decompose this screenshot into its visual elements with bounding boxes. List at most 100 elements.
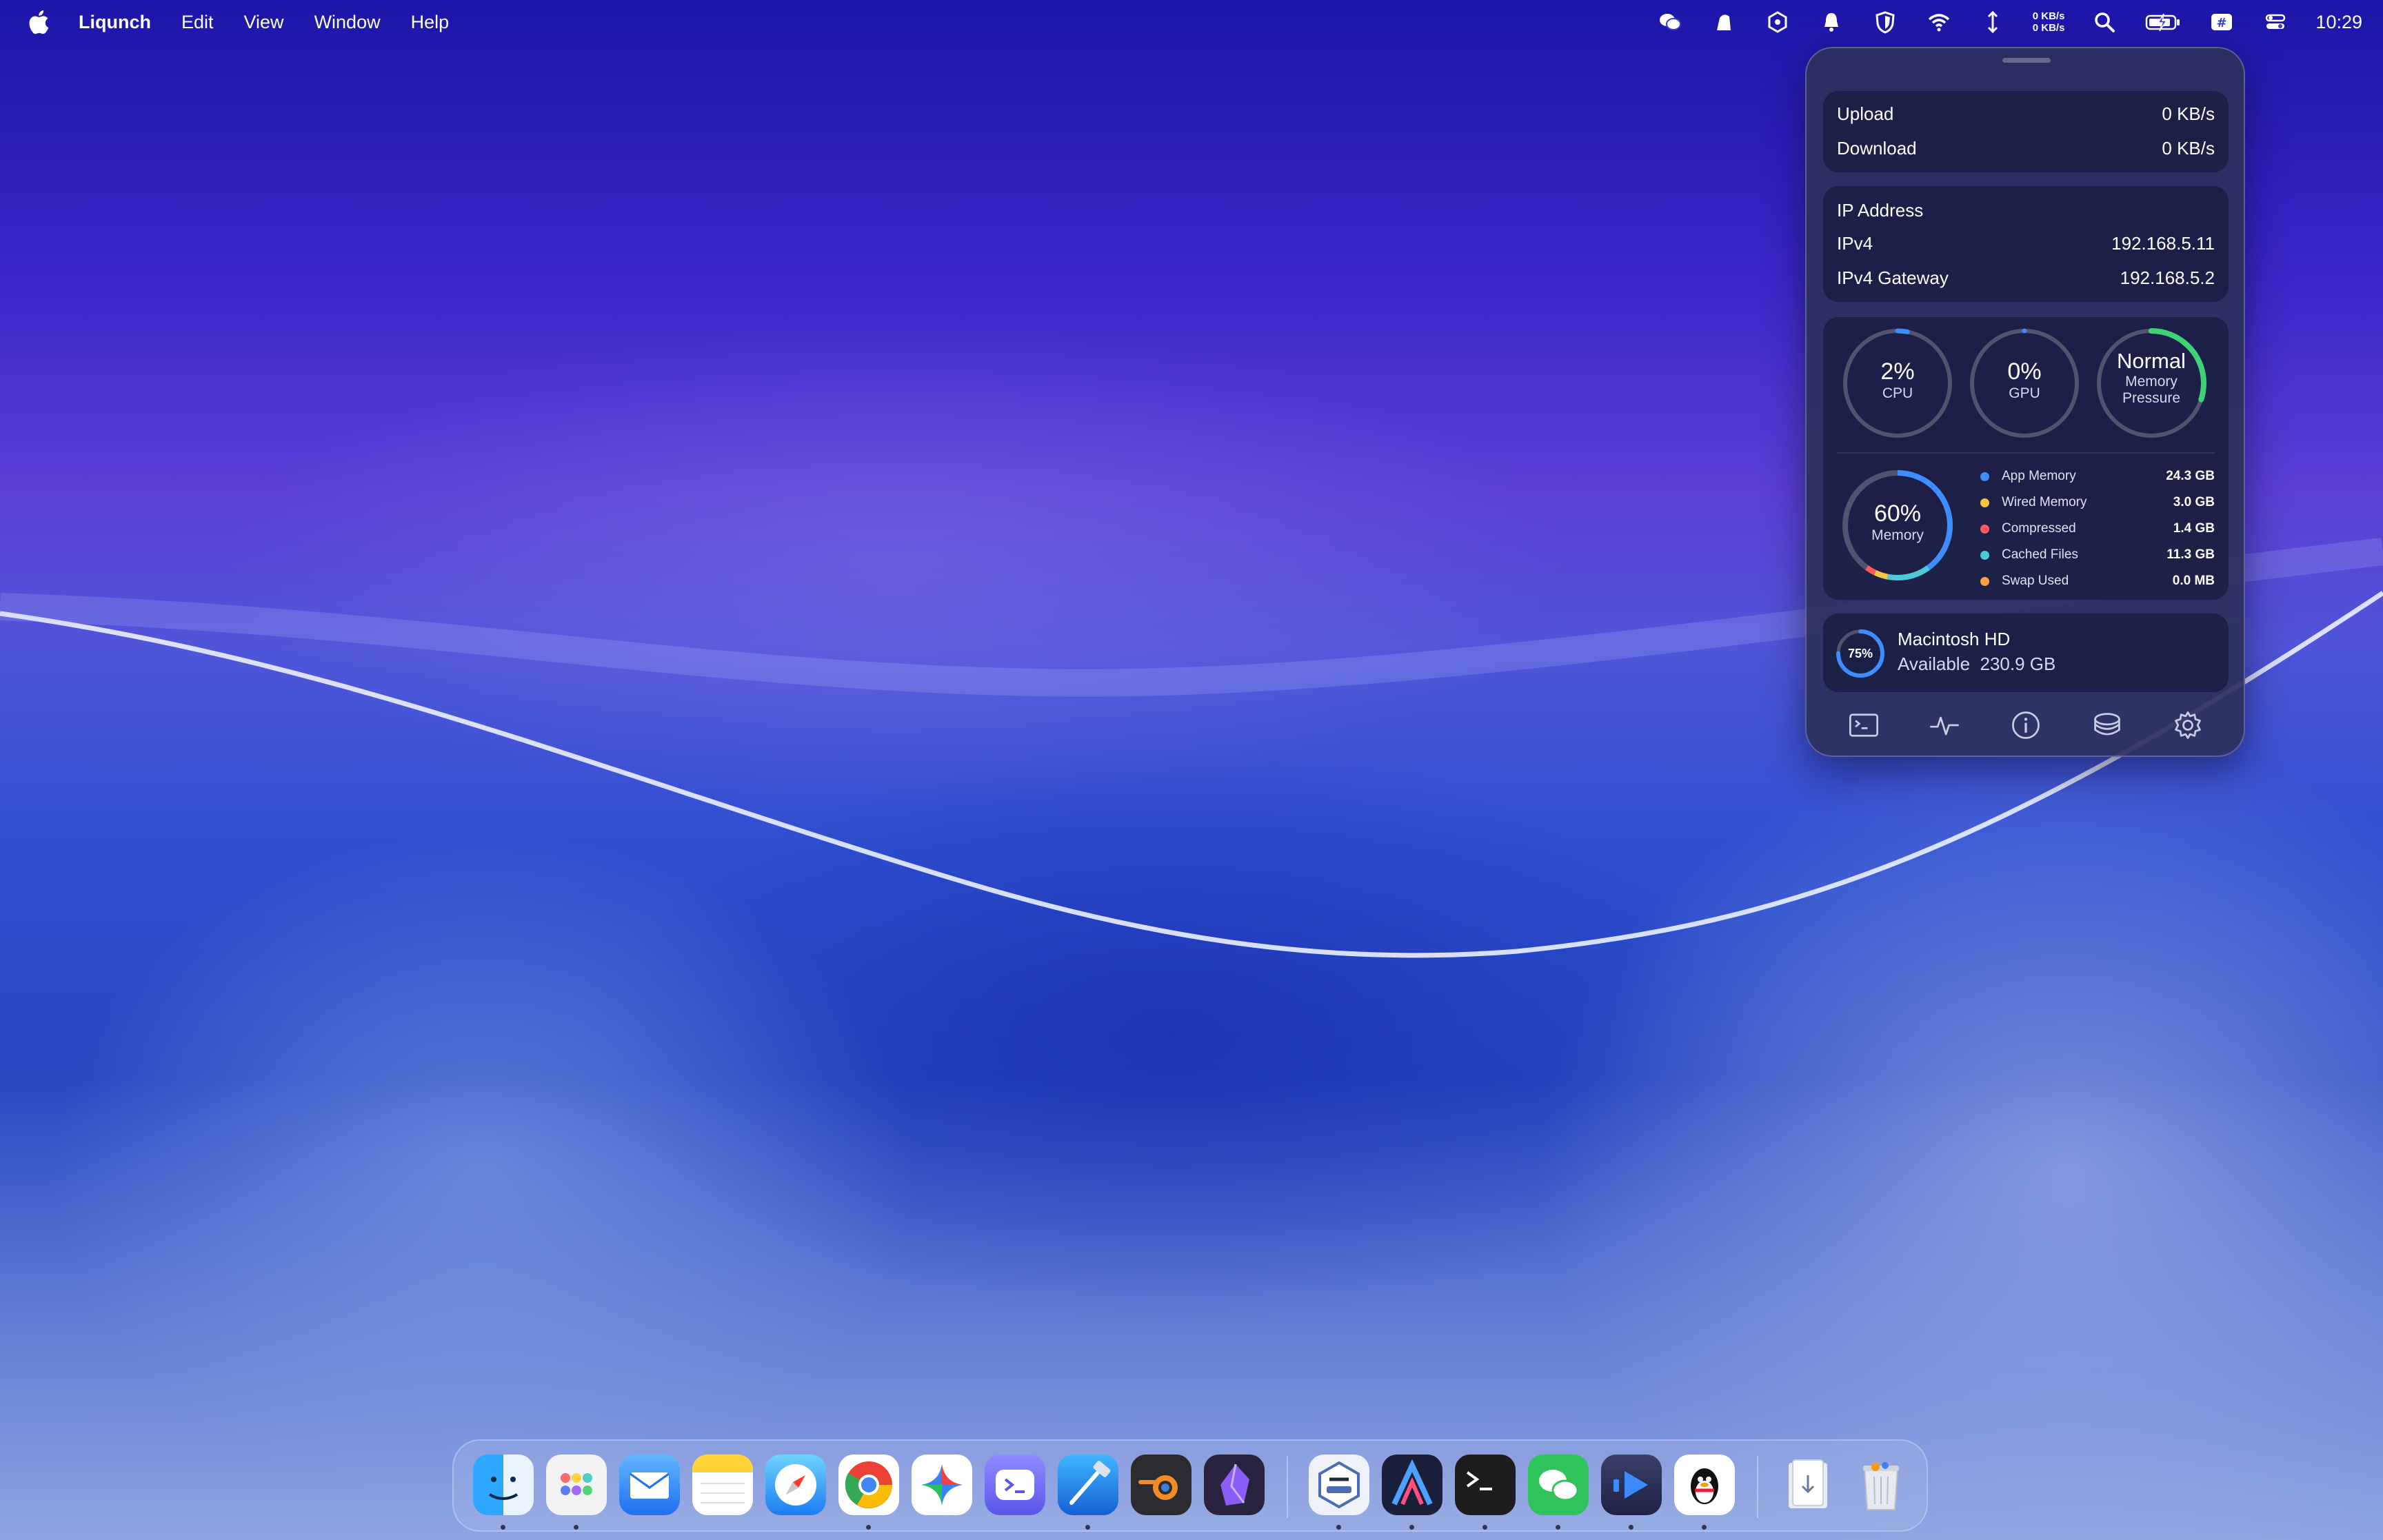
menu-app-name[interactable]: Liqunch bbox=[79, 12, 151, 33]
legend-dot bbox=[1980, 472, 1989, 481]
legend-value: 11.3 GB bbox=[2166, 547, 2215, 562]
shield-icon[interactable] bbox=[1871, 8, 1899, 36]
ipv4-label: IPv4 bbox=[1837, 233, 1873, 254]
wechat-icon[interactable] bbox=[1656, 8, 1684, 36]
menubar-clock[interactable]: 10:29 bbox=[2315, 12, 2362, 33]
dock-running-indicator bbox=[501, 1525, 505, 1530]
dock-gemini[interactable] bbox=[912, 1455, 972, 1515]
dock-wechat[interactable] bbox=[1528, 1455, 1589, 1515]
ip-title: IP Address bbox=[1837, 200, 1924, 221]
network-speed-card: Upload 0 KB/s Download 0 KB/s bbox=[1823, 91, 2229, 172]
popover-toolbar bbox=[1823, 705, 2229, 746]
dock-running-indicator bbox=[1702, 1525, 1707, 1530]
ipv4-row: IPv4 192.168.5.11 bbox=[1837, 233, 2215, 254]
launchpad-icon bbox=[561, 1473, 592, 1495]
ipv4-value[interactable]: 192.168.5.11 bbox=[2111, 233, 2215, 254]
dock-launchpad[interactable] bbox=[546, 1455, 607, 1515]
gemini-icon bbox=[921, 1464, 963, 1506]
menubar-netspeed[interactable]: 0 KB/s 0 KB/s bbox=[2033, 10, 2065, 34]
wifi-icon[interactable] bbox=[1925, 8, 1953, 36]
menubar-net-up: 0 KB/s bbox=[2032, 10, 2065, 22]
dock-remote-shell[interactable] bbox=[985, 1455, 1045, 1515]
cpu-label: CPU bbox=[1882, 385, 1913, 401]
upload-row: Upload 0 KB/s bbox=[1837, 103, 2215, 125]
legend-cached-files: Cached Files 11.3 GB bbox=[1980, 547, 2215, 563]
dock-affinity[interactable] bbox=[1382, 1455, 1442, 1515]
download-label: Download bbox=[1837, 138, 1917, 159]
dock-separator bbox=[1287, 1456, 1288, 1518]
legend-label: App Memory bbox=[2002, 469, 2076, 483]
menu-edit[interactable]: Edit bbox=[181, 12, 214, 33]
legend-value: 1.4 GB bbox=[2173, 521, 2215, 536]
dock-running-indicator bbox=[1629, 1525, 1633, 1530]
menubar-net-down: 0 KB/s bbox=[2032, 22, 2065, 34]
legend-dot bbox=[1980, 550, 1989, 560]
popover-grabber[interactable] bbox=[2002, 58, 2051, 63]
dock-finder[interactable] bbox=[473, 1455, 534, 1515]
video-player-icon bbox=[1613, 1471, 1648, 1499]
dock-terminal[interactable] bbox=[1455, 1455, 1516, 1515]
legend-dot bbox=[1980, 524, 1989, 534]
cpu-value: 2% bbox=[1880, 358, 1915, 385]
ip-title-row: IP Address bbox=[1837, 200, 2215, 221]
aoct-icon bbox=[1318, 1461, 1360, 1509]
dock-mail[interactable] bbox=[619, 1455, 680, 1515]
settings-gear-icon[interactable] bbox=[2169, 706, 2207, 744]
legend-value: 24.3 GB bbox=[2166, 469, 2215, 483]
legend-compressed: Compressed 1.4 GB bbox=[1980, 521, 2215, 536]
apple-logo-icon[interactable] bbox=[26, 8, 50, 36]
dock-xcode[interactable] bbox=[1058, 1455, 1118, 1515]
upload-value: 0 KB/s bbox=[2162, 103, 2215, 124]
remote-shell-icon bbox=[996, 1470, 1034, 1500]
gateway-label: IPv4 Gateway bbox=[1837, 267, 1949, 288]
gateway-value[interactable]: 192.168.5.2 bbox=[2120, 267, 2215, 289]
disk-available: Available 230.9 GB bbox=[1898, 654, 2056, 674]
disk-stack-icon[interactable] bbox=[2088, 706, 2126, 744]
dock-safari[interactable] bbox=[765, 1455, 826, 1515]
ip-address-card: IP Address IPv4 192.168.5.11 IPv4 Gatewa… bbox=[1823, 186, 2229, 302]
chrome-icon bbox=[845, 1461, 892, 1508]
dock-notes[interactable] bbox=[692, 1455, 753, 1515]
menu-window[interactable]: Window bbox=[314, 12, 381, 33]
legend-label: Wired Memory bbox=[2002, 495, 2087, 509]
disk-gauge: 75% bbox=[1836, 629, 1884, 678]
updown-arrow-icon[interactable] bbox=[1979, 8, 2007, 36]
dock-chrome[interactable] bbox=[838, 1455, 899, 1515]
pressure-gauge[interactable]: Normal Memory Pressure bbox=[2099, 349, 2204, 407]
activity-icon[interactable] bbox=[1925, 706, 1964, 744]
disk-card[interactable]: 75% Macintosh HD Available 230.9 GB bbox=[1823, 614, 2229, 692]
search-icon[interactable] bbox=[2091, 8, 2118, 36]
dock-video-player[interactable] bbox=[1601, 1455, 1662, 1515]
dock bbox=[452, 1439, 1928, 1532]
menu-help[interactable]: Help bbox=[411, 12, 450, 33]
cleaner-icon[interactable] bbox=[1710, 8, 1738, 36]
battery-charging-icon[interactable] bbox=[2144, 8, 2182, 36]
dock-obsidian[interactable] bbox=[1204, 1455, 1265, 1515]
hexagon-icon[interactable] bbox=[1764, 8, 1791, 36]
terminal-icon[interactable] bbox=[1844, 706, 1883, 744]
notification-bell-icon[interactable] bbox=[1818, 8, 1845, 36]
info-icon[interactable] bbox=[2007, 706, 2045, 744]
input-method-icon[interactable]: # bbox=[2208, 8, 2235, 36]
legend-label: Cached Files bbox=[2002, 547, 2078, 562]
finder-icon bbox=[488, 1477, 519, 1500]
safari-icon bbox=[775, 1464, 816, 1506]
system-monitor-popover: Upload 0 KB/s Download 0 KB/s IP Address… bbox=[1805, 47, 2245, 757]
pressure-label-1: Memory bbox=[2125, 374, 2178, 389]
pressure-label-2: Pressure bbox=[2122, 390, 2181, 406]
disk-percent: 75% bbox=[1848, 647, 1873, 660]
cpu-gauge[interactable]: 2% CPU bbox=[1845, 358, 1950, 402]
dock-trash[interactable] bbox=[1851, 1455, 1911, 1515]
control-center-icon[interactable] bbox=[2262, 8, 2289, 36]
gpu-gauge[interactable]: 0% GPU bbox=[1972, 358, 2077, 402]
dock-blender[interactable] bbox=[1131, 1455, 1192, 1515]
mail-icon bbox=[630, 1472, 670, 1499]
menu-view[interactable]: View bbox=[244, 12, 284, 33]
dock-aoct[interactable] bbox=[1309, 1455, 1369, 1515]
dock-downloads[interactable] bbox=[1778, 1455, 1838, 1515]
dock-running-indicator bbox=[1482, 1525, 1487, 1530]
download-value: 0 KB/s bbox=[2162, 138, 2215, 159]
memory-label: Memory bbox=[1871, 527, 1924, 543]
memory-gauge[interactable]: 60% Memory bbox=[1845, 500, 1950, 544]
dock-qq[interactable] bbox=[1674, 1455, 1735, 1515]
